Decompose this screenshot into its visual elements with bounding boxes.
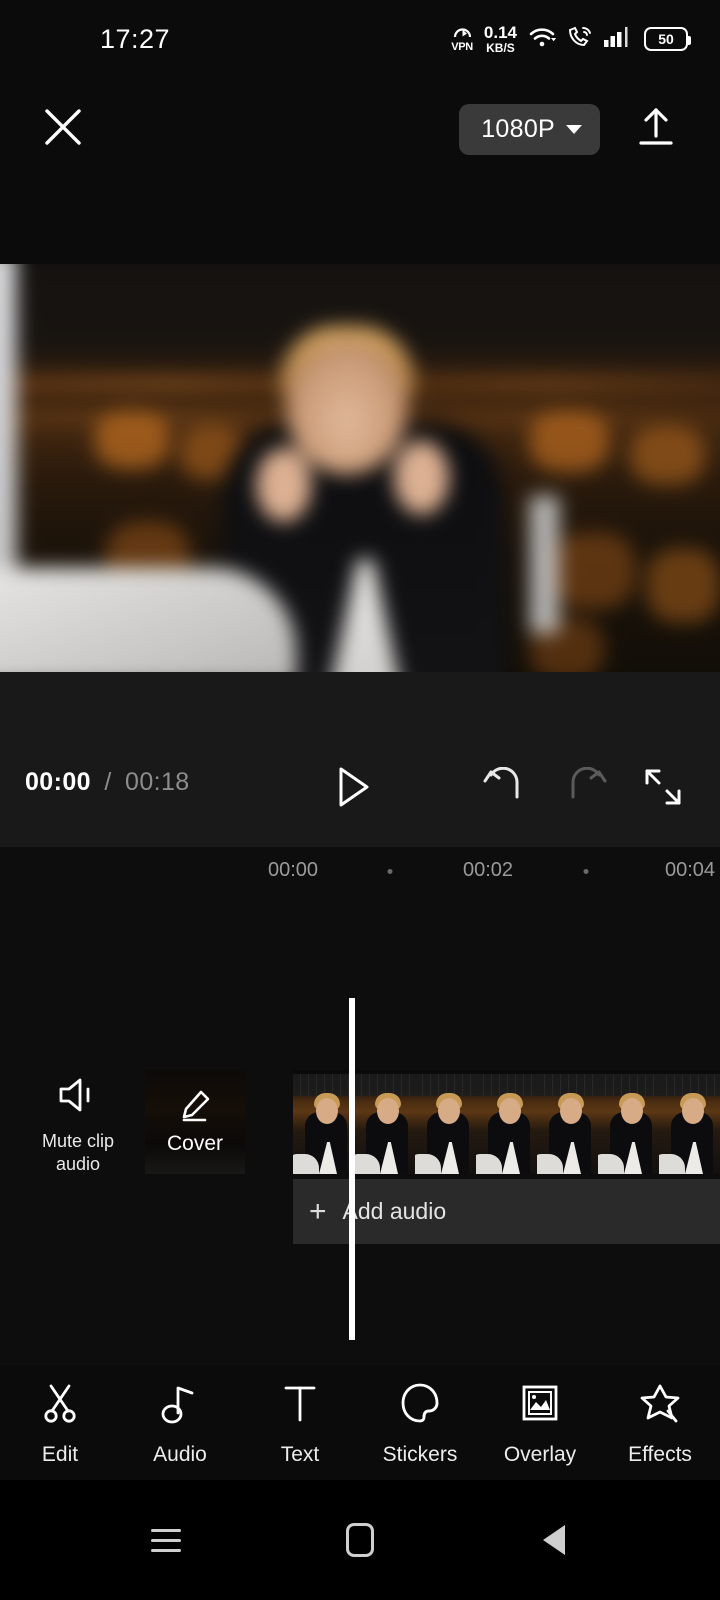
time-separator: /: [104, 768, 112, 796]
status-clock: 17:27: [100, 23, 171, 54]
tool-text[interactable]: Text: [240, 1381, 360, 1467]
vpn-label: VPN: [451, 40, 473, 53]
tool-label: Text: [280, 1442, 320, 1466]
video-preview[interactable]: [0, 264, 720, 672]
playhead-indicator[interactable]: [349, 998, 355, 1340]
mute-clip-audio-button[interactable]: Mute clip audio: [18, 1075, 138, 1175]
time-readout: 00:00 / 00:18: [25, 768, 190, 797]
timeline-ruler[interactable]: 00:00 00:02 00:04: [0, 847, 720, 895]
vpn-icon: VPN: [451, 26, 473, 53]
chevron-down-icon: [566, 124, 582, 134]
filmstrip-frame: [598, 1070, 659, 1174]
tool-label: Overlay: [503, 1442, 577, 1466]
current-time: 00:00: [25, 768, 91, 796]
ruler-tick-dot: [387, 869, 393, 874]
tool-effects[interactable]: Effects: [600, 1381, 720, 1467]
network-speed-indicator: 0.14 KB/S: [483, 22, 517, 55]
ruler-tick-label: 00:02: [462, 859, 514, 881]
vpn-glyph: [453, 26, 472, 42]
back-button[interactable]: [526, 1512, 582, 1568]
tool-label: Effects: [628, 1442, 692, 1466]
close-icon: [42, 106, 84, 153]
text-t-icon: [279, 1381, 321, 1430]
tool-audio[interactable]: Audio: [120, 1381, 240, 1467]
filmstrip-frame: [537, 1070, 598, 1174]
undo-button[interactable]: [478, 762, 532, 816]
ruler-tick-dot: [583, 869, 589, 874]
net-speed-value: 0.14: [483, 22, 517, 42]
status-icon-group: VPN 0.14 KB/S 50: [451, 22, 691, 55]
export-button[interactable]: [632, 105, 680, 153]
android-nav-bar: [0, 1480, 720, 1600]
tool-stickers[interactable]: Stickers: [360, 1381, 480, 1467]
sticker-icon: [399, 1381, 441, 1430]
resolution-selector[interactable]: 1080P: [459, 103, 600, 155]
tool-label: Audio: [153, 1442, 207, 1466]
undo-icon: [483, 766, 527, 812]
tool-label: Stickers: [382, 1442, 458, 1466]
plus-icon: +: [309, 1194, 327, 1228]
add-audio-label: Add audio: [342, 1198, 447, 1224]
pencil-edit-icon: [177, 1089, 213, 1128]
filmstrip-frame: [293, 1070, 354, 1174]
redo-icon: [563, 766, 607, 812]
filmstrip-frame: [415, 1070, 476, 1174]
recents-icon: [151, 1528, 181, 1552]
video-clip-track[interactable]: [293, 1070, 720, 1174]
star-sparkle-icon: [638, 1381, 682, 1430]
tool-overlay[interactable]: Overlay: [480, 1381, 600, 1467]
redo-button[interactable]: [558, 762, 612, 816]
total-time: 00:18: [125, 768, 190, 796]
filmstrip-frame: [354, 1070, 415, 1174]
music-note-icon: [160, 1381, 200, 1430]
editor-toolbar: Edit Audio Text Stickers Overlay Effects: [0, 1367, 720, 1480]
net-speed-unit: KB/S: [486, 40, 515, 55]
image-frame-icon: [519, 1381, 561, 1430]
upload-icon: [634, 105, 678, 154]
cellular-signal-icon: [603, 26, 633, 53]
recents-button[interactable]: [138, 1512, 194, 1568]
mute-clip-audio-label: Mute clip audio: [41, 1131, 115, 1174]
tool-edit[interactable]: Edit: [0, 1381, 120, 1467]
play-icon: [333, 765, 373, 814]
fullscreen-icon: [642, 766, 684, 813]
ruler-tick-label: 00:00: [267, 859, 319, 881]
cover-label: Cover: [166, 1131, 224, 1155]
playback-control-bar: 00:00 / 00:18: [0, 672, 720, 847]
preview-frame-image: [0, 264, 720, 672]
play-button[interactable]: [326, 762, 380, 816]
wifi-icon: [528, 26, 557, 53]
editor-top-bar: 1080P: [0, 78, 720, 180]
battery-icon: 50: [644, 27, 691, 51]
home-icon: [346, 1523, 374, 1557]
back-icon: [543, 1525, 565, 1555]
cover-button[interactable]: Cover: [145, 1070, 245, 1174]
timeline-tracks: Mute clip audio Cover + Add audio: [0, 895, 720, 1367]
add-audio-track[interactable]: + Add audio: [293, 1179, 720, 1244]
timeline-panel[interactable]: 00:00 00:02 00:04 Mute clip audio Cover …: [0, 847, 720, 1367]
video-editor-screen: 17:27 VPN 0.14 KB/S 50 1080P 00:00 / 00:…: [0, 0, 720, 1600]
speaker-mute-icon: [55, 1075, 101, 1120]
ruler-tick-label: 00:04: [664, 859, 716, 881]
call-wifi-icon: [567, 26, 592, 53]
home-button[interactable]: [332, 1512, 388, 1568]
fullscreen-button[interactable]: [636, 762, 690, 816]
close-button[interactable]: [40, 106, 86, 152]
filmstrip-frame: [659, 1070, 720, 1174]
tool-label: Edit: [41, 1442, 79, 1466]
resolution-label: 1080P: [481, 114, 555, 143]
filmstrip-frame: [476, 1070, 537, 1174]
scissors-icon: [38, 1381, 82, 1430]
battery-level: 50: [658, 31, 674, 47]
status-bar: 17:27 VPN 0.14 KB/S 50: [0, 0, 720, 78]
